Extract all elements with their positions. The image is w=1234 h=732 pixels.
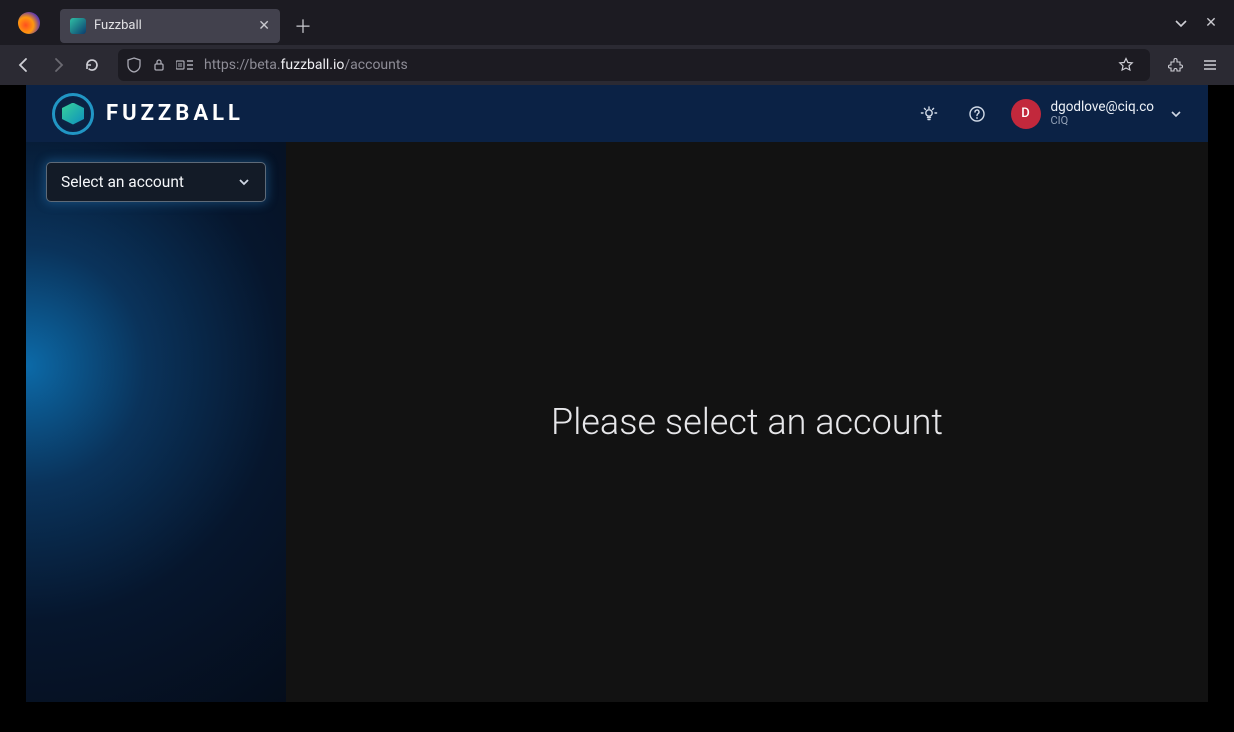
puzzle-icon [1168,57,1184,73]
tab-strip: Fuzzball ✕ ＋ ✕ [0,0,1234,45]
user-info: dgodlove@ciq.co CIQ [1051,100,1154,127]
new-tab-button[interactable]: ＋ [288,11,318,41]
url-bar[interactable]: https://beta.fuzzball.io/accounts [118,49,1150,81]
app-menu-button[interactable] [1194,49,1226,81]
reload-button[interactable] [76,49,108,81]
select-account-prompt: Please select an account [551,401,943,443]
url-host: fuzzball.io [281,57,345,73]
main-content: Please select an account [286,142,1208,702]
theme-toggle-button[interactable] [911,96,947,132]
app-logo[interactable]: FUZZBALL [26,85,286,142]
list-all-tabs-button[interactable] [1166,8,1196,38]
user-org: CIQ [1051,115,1154,127]
url-text: https://beta.fuzzball.io/accounts [204,57,1100,73]
app-header: FUZZBALL D [26,85,1208,142]
browser-window: Fuzzball ✕ ＋ ✕ https://beta.fuzzball [0,0,1234,732]
chevron-down-icon [237,175,251,189]
chevron-down-icon [1164,108,1186,120]
firefox-menu-button[interactable] [0,0,58,45]
tab-favicon [70,18,86,34]
lock-icon [152,58,166,72]
hamburger-icon [1202,57,1218,73]
logo-hex-icon [62,103,84,125]
url-path: /accounts [344,57,407,73]
tab-close-button[interactable]: ✕ [258,18,270,34]
user-menu[interactable]: D dgodlove@ciq.co CIQ [1007,95,1190,133]
help-icon [968,105,986,123]
browser-tab[interactable]: Fuzzball ✕ [60,9,280,43]
shield-icon [126,57,142,73]
url-prefix: https://beta. [204,57,281,73]
extensions-button[interactable] [1160,49,1192,81]
bookmark-button[interactable] [1110,49,1142,81]
lightbulb-icon [920,105,938,123]
logo-mark [52,93,94,135]
avatar: D [1011,99,1041,129]
forward-button[interactable] [42,49,74,81]
app-body: Select an account Please select an accou… [26,142,1208,702]
star-icon [1118,57,1134,73]
app-viewport: FUZZBALL D [26,85,1208,702]
account-select-label: Select an account [61,173,184,191]
window-close-button[interactable]: ✕ [1196,8,1226,38]
browser-toolbar: https://beta.fuzzball.io/accounts [0,45,1234,85]
sidebar: Select an account [26,142,286,702]
site-security[interactable] [126,57,194,73]
logo-text: FUZZBALL [106,101,244,126]
user-email: dgodlove@ciq.co [1051,100,1154,115]
firefox-icon [18,12,40,34]
help-button[interactable] [959,96,995,132]
back-button[interactable] [8,49,40,81]
tab-title: Fuzzball [94,18,250,33]
avatar-initial: D [1021,106,1030,121]
permissions-icon [176,58,194,72]
account-select[interactable]: Select an account [46,162,266,202]
